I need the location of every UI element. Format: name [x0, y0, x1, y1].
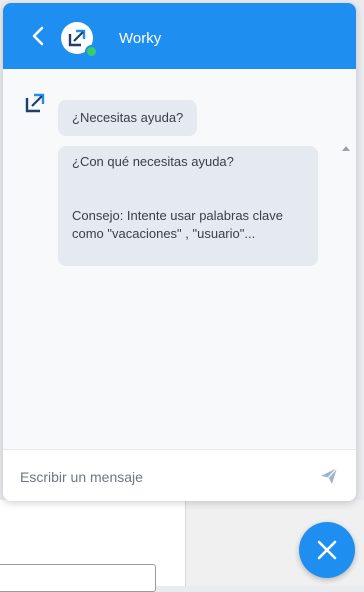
bot-avatar — [25, 93, 45, 113]
send-button[interactable] — [320, 467, 338, 485]
bot-message: ¿Con qué necesitas ayuda? Consejo: Inten… — [58, 146, 318, 266]
chat-launcher-button[interactable] — [299, 522, 355, 578]
message-line: ¿Con qué necesitas ayuda? — [72, 154, 234, 169]
message-line: Consejo: Intente usar palabras clave — [72, 208, 284, 223]
bot-message: ¿Necesitas ayuda? — [58, 100, 198, 136]
message-line: como "vacaciones" , "usuario"... — [72, 226, 256, 241]
chat-title: Worky — [119, 30, 162, 47]
scroll-up-arrow[interactable] — [342, 146, 350, 151]
worky-logo-icon — [25, 93, 45, 113]
chevron-left-icon — [32, 26, 44, 46]
message-input[interactable] — [18, 464, 307, 490]
online-status-indicator — [85, 45, 98, 58]
back-button[interactable] — [29, 25, 49, 47]
message-composer — [3, 449, 356, 501]
chat-window: Worky ¿Necesitas ayuda? ¿Con qué necesit… — [3, 3, 356, 501]
message-list[interactable]: ¿Necesitas ayuda? ¿Con qué necesitas ayu… — [3, 69, 356, 449]
background-input[interactable] — [0, 564, 156, 592]
close-icon — [317, 540, 337, 560]
message-line — [72, 189, 304, 207]
worky-logo-icon — [68, 29, 86, 47]
paper-plane-icon — [321, 467, 338, 484]
chat-header: Worky — [3, 3, 356, 69]
message-line — [72, 171, 304, 189]
